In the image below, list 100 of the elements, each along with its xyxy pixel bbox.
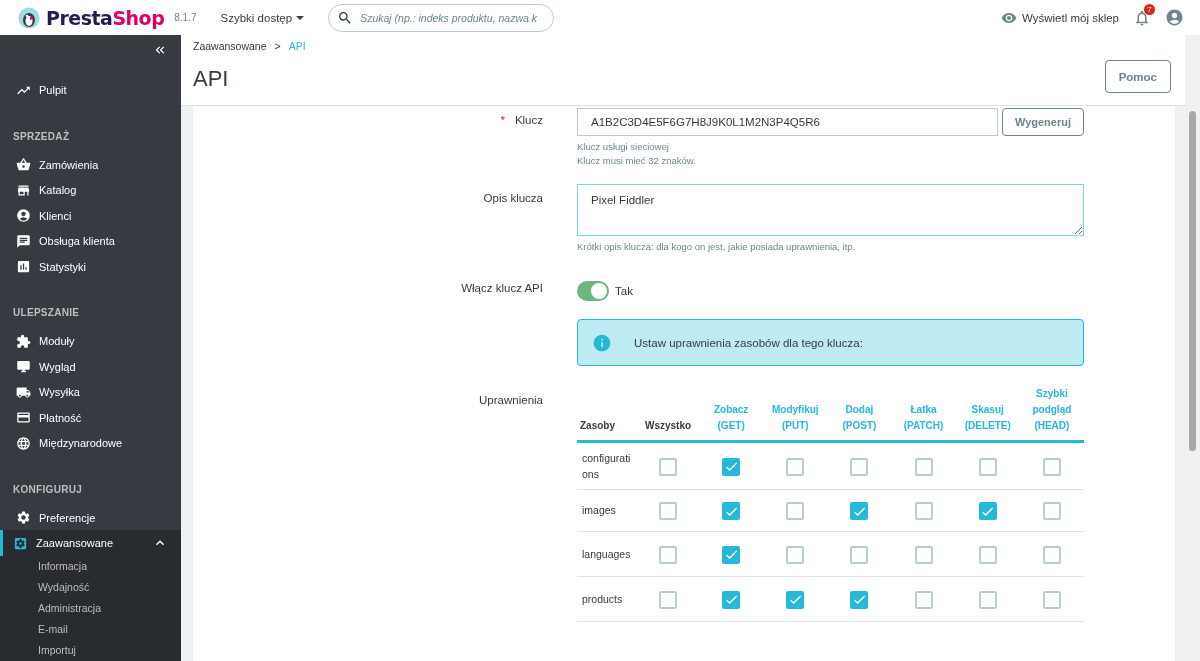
description-field[interactable]: Pixel Fiddler — [577, 183, 1084, 236]
permission-checkbox[interactable] — [978, 590, 997, 609]
puzzle-icon — [16, 333, 31, 349]
column-header: Zobacz (GET) — [713, 404, 749, 432]
resource-name: configurations — [581, 450, 632, 483]
version-label: 8.1.7 — [174, 12, 197, 23]
help-button[interactable]: Pomoc — [1104, 60, 1171, 93]
help-text: Klucz musi mieć 32 znaków. — [577, 153, 697, 168]
column-header: Zasoby — [580, 420, 615, 432]
globe-icon — [16, 435, 31, 451]
column-header: Skasuj (DELETE) — [964, 404, 1011, 432]
permissions-label: Uprawnienia — [478, 393, 543, 409]
sidebar-item[interactable]: Moduły — [0, 328, 181, 354]
permission-checkbox[interactable] — [659, 545, 678, 564]
chart-icon — [16, 259, 31, 275]
permission-checkbox[interactable] — [722, 502, 741, 521]
sidebar-subitem[interactable]: Wydajność — [0, 576, 181, 598]
monitor-icon — [16, 359, 31, 375]
breadcrumb-link[interactable]: Zaawansowane — [193, 40, 267, 52]
permission-checkbox[interactable] — [850, 545, 869, 564]
permission-checkbox[interactable] — [850, 502, 869, 521]
logo-icon — [18, 6, 40, 29]
view-shop-link[interactable]: Wyświetl mój sklep — [1000, 9, 1119, 26]
permission-checkbox[interactable] — [1042, 545, 1061, 564]
sidebar-item[interactable]: Pulpit — [0, 77, 181, 103]
page-title: API — [193, 66, 230, 92]
info-text: Ustaw uprawnienia zasobów dla tego klucza: — [634, 336, 863, 349]
settings-icon — [16, 510, 31, 526]
brand-name: PrestaShop — [46, 6, 165, 29]
basket-icon — [16, 157, 31, 173]
breadcrumb-separator: > — [274, 40, 281, 52]
permission-checkbox[interactable] — [1042, 457, 1061, 476]
chat-icon — [16, 233, 31, 249]
permission-checkbox[interactable] — [722, 457, 741, 476]
sidebar-item[interactable]: Preferencje — [0, 504, 181, 531]
column-header: Modyfikuj (PUT) — [771, 404, 819, 432]
sidebar-subitem[interactable]: Importuj — [0, 639, 181, 661]
sidebar-item[interactable]: Wygląd — [0, 353, 181, 380]
toggle-label: Tak — [615, 285, 633, 298]
resource-name: images — [581, 503, 617, 519]
column-header: Łatka (PATCH) — [903, 404, 944, 432]
sidebar-item[interactable]: Zaawansowane — [0, 530, 181, 556]
permission-checkbox[interactable] — [914, 502, 933, 521]
description-label: Opis klucza — [482, 190, 543, 206]
settings-icon — [13, 535, 28, 551]
sidebar-item[interactable]: Katalog — [0, 177, 181, 203]
permission-checkbox[interactable] — [978, 502, 997, 521]
sidebar-subitem[interactable]: Informacja — [0, 555, 181, 577]
enable-label: Włącz klucz API — [460, 281, 543, 297]
user-icon — [16, 208, 31, 224]
permission-checkbox[interactable] — [978, 457, 997, 476]
permission-checkbox[interactable] — [786, 502, 805, 521]
permission-checkbox[interactable] — [786, 545, 805, 564]
resource-name: languages — [581, 546, 632, 562]
help-text: Klucz usługi sieciowej — [577, 140, 670, 154]
permission-checkbox[interactable] — [659, 457, 678, 476]
sidebar-item[interactable]: Wysyłka — [0, 379, 181, 405]
permission-checkbox[interactable] — [722, 590, 741, 609]
sidebar-item[interactable]: Międzynarodowe — [0, 430, 181, 456]
search-icon — [337, 9, 354, 26]
sidebar-section-title: SPRZEDAŻ — [12, 129, 71, 144]
permission-checkbox[interactable] — [914, 590, 933, 609]
sidebar-item[interactable]: Statystyki — [0, 253, 181, 280]
sidebar-item[interactable]: Zamówienia — [0, 151, 181, 178]
generate-button[interactable]: Wygeneruj — [1001, 108, 1084, 136]
caret-icon — [296, 15, 305, 20]
quick-access-menu[interactable]: Szybki dostęp — [220, 11, 305, 24]
permission-checkbox[interactable] — [850, 590, 869, 609]
notification-count: 7 — [1144, 3, 1155, 15]
permission-checkbox[interactable] — [914, 457, 933, 476]
sidebar-item[interactable]: Obsługa klienta — [0, 228, 181, 254]
column-header: Szybki podgląd (HEAD) — [1032, 388, 1072, 432]
collapse-button[interactable] — [153, 43, 167, 57]
sidebar-section-title: ULEPSZANIE — [12, 306, 81, 321]
permission-checkbox[interactable] — [786, 457, 805, 476]
column-header: Dodaj (POST) — [842, 404, 877, 432]
help-text: Krótki opis klucza: dla kogo on jest, jakie posiada uprawnienia, itp. — [577, 239, 857, 254]
permission-checkbox[interactable] — [722, 545, 741, 564]
bell-icon — [1133, 8, 1151, 27]
resource-name: products — [581, 591, 624, 607]
sidebar-item[interactable]: Klienci — [0, 202, 181, 229]
key-field[interactable]: A1B2C3D4E5F6G7H8J9K0L1M2N3P4Q5R6 — [577, 108, 998, 136]
permission-checkbox[interactable] — [1042, 502, 1061, 521]
card-icon — [16, 410, 31, 426]
key-label: * Klucz — [499, 113, 543, 128]
permission-checkbox[interactable] — [914, 545, 933, 564]
permission-checkbox[interactable] — [1042, 590, 1061, 609]
sidebar-section-title: KONFIGURUJ — [12, 482, 84, 497]
permission-checkbox[interactable] — [850, 457, 869, 476]
toggle-switch[interactable] — [577, 281, 609, 302]
permission-checkbox[interactable] — [786, 590, 805, 609]
info-icon — [592, 332, 612, 353]
sidebar-subitem[interactable]: E-mail — [0, 618, 181, 640]
notifications-button[interactable]: 7 — [1133, 8, 1151, 27]
sidebar-subitem[interactable]: Administracja — [0, 597, 181, 619]
permission-checkbox[interactable] — [659, 590, 678, 609]
permission-checkbox[interactable] — [659, 502, 678, 521]
sidebar-item[interactable]: Płatność — [0, 404, 181, 431]
account-icon[interactable] — [1165, 8, 1184, 27]
permission-checkbox[interactable] — [978, 545, 997, 564]
